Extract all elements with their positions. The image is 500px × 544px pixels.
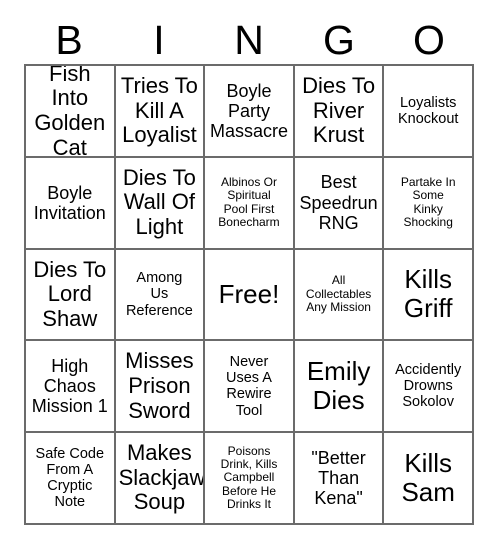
bingo-grid: Fish Into Golden Cat Tries To Kill A Loy… [24, 64, 474, 525]
bingo-cell[interactable]: All Collectables Any Mission [294, 249, 385, 342]
bingo-cell-text: Kills Sam [401, 447, 455, 508]
bingo-cell[interactable]: Misses Prison Sword [115, 341, 206, 434]
bingo-cell-text: Makes Slackjaw Soup [118, 440, 206, 515]
bingo-card: B I N G O Fish Into Golden Cat Tries To … [0, 0, 500, 544]
bingo-cell[interactable]: "Better Than Kena" [294, 433, 385, 525]
bingo-cell[interactable]: Fish Into Golden Cat [26, 66, 116, 158]
bingo-cell-text: All Collectables Any Mission [305, 273, 372, 315]
bingo-cell-text: Boyle Party Massacre [209, 80, 288, 141]
bingo-cell[interactable]: High Chaos Mission 1 [26, 341, 116, 434]
bingo-cell[interactable]: Albinos Or Spiritual Pool First Bonechar… [205, 157, 295, 250]
bingo-cell[interactable]: Dies To Lord Shaw [26, 249, 116, 342]
bingo-header-row: B I N G O [24, 16, 474, 64]
bingo-cell-text: High Chaos Mission 1 [31, 356, 108, 417]
bingo-cell-text: Albinos Or Spiritual Pool First Bonechar… [218, 174, 280, 230]
bingo-cell-text: Never Uses A Rewire Tool [226, 353, 272, 419]
bingo-cell-text: "Better Than Kena" [311, 447, 366, 509]
bingo-cell[interactable]: Emily Dies [294, 341, 385, 434]
bingo-cell[interactable]: Best Speedrun RNG [294, 157, 385, 250]
bingo-cell-text: Boyle Invitation [33, 182, 106, 223]
bingo-cell-text: Best Speedrun RNG [299, 172, 378, 233]
bingo-cell[interactable]: Tries To Kill A Loyalist [115, 66, 206, 158]
bingo-cell[interactable]: Dies To River Krust [294, 66, 385, 158]
bingo-cell-text: Misses Prison Sword [125, 348, 194, 423]
bingo-cell[interactable]: Accidently Drowns Sokolov [384, 341, 474, 434]
bingo-cell-text: Dies To Lord Shaw [33, 256, 107, 331]
bingo-cell-text: Loyalists Knockout [397, 94, 459, 127]
bingo-cell[interactable]: Boyle Invitation [26, 157, 116, 250]
bingo-cell-text: Kills Griff [403, 264, 453, 324]
bingo-cell-text: Fish Into Golden Cat [34, 66, 106, 158]
bingo-cell-text: Tries To Kill A Loyalist [120, 72, 198, 148]
bingo-cell-text: Emily Dies [306, 356, 371, 416]
bingo-cell[interactable]: Partake In Some Kinky Shocking [384, 157, 474, 250]
bingo-cell-text: Free! [218, 278, 280, 309]
bingo-cell-text: Dies To Wall Of Light [122, 164, 196, 239]
bingo-cell-text: Safe Code From A Cryptic Note [35, 445, 105, 511]
bingo-cell[interactable]: Kills Sam [384, 433, 474, 525]
bingo-cell-text: Poisons Drink, Kills Campbell Before He … [220, 443, 278, 512]
bingo-header-letter-i: I [153, 16, 165, 63]
bingo-cell[interactable]: Boyle Party Massacre [205, 66, 295, 158]
bingo-cell[interactable]: Never Uses A Rewire Tool [205, 341, 295, 434]
bingo-cell-text: Accidently Drowns Sokolov [395, 361, 462, 411]
bingo-cell-text: Dies To River Krust [302, 72, 376, 148]
bingo-cell[interactable]: Kills Griff [384, 249, 474, 342]
bingo-header-letter-b: B [55, 16, 83, 63]
bingo-cell[interactable]: Dies To Wall Of Light [115, 157, 206, 250]
bingo-cell-text: Partake In Some Kinky Shocking [400, 174, 456, 230]
bingo-cell-text: Among Us Reference [125, 270, 193, 319]
bingo-header-letter-n: N [234, 16, 264, 63]
bingo-cell[interactable]: Safe Code From A Cryptic Note [26, 433, 116, 525]
bingo-header-letter-g: G [323, 16, 355, 63]
bingo-cell[interactable]: Poisons Drink, Kills Campbell Before He … [205, 433, 295, 525]
bingo-cell[interactable]: Loyalists Knockout [384, 66, 474, 158]
bingo-cell[interactable]: Makes Slackjaw Soup [115, 433, 206, 525]
bingo-header-letter-o: O [413, 16, 445, 63]
bingo-cell[interactable]: Among Us Reference [115, 249, 206, 342]
bingo-cell-free[interactable]: Free! [205, 249, 295, 342]
